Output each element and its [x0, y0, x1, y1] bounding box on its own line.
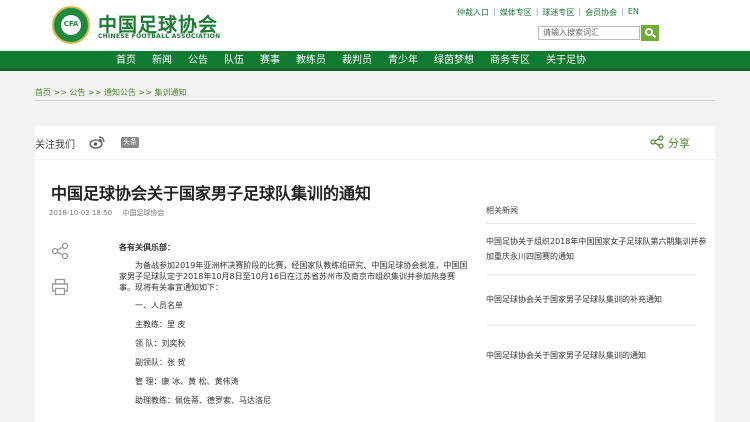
- breadcrumb-notices[interactable]: 通知公告: [104, 88, 136, 97]
- related-news-item[interactable]: 中国足球协会关于国家男子足球队集训的通知: [486, 348, 711, 363]
- nav-home[interactable]: 首页: [108, 51, 144, 71]
- article-body: 各有关俱乐部： 为备战参加2019年亚洲杯决赛阶段的比赛，经国家队教练组研究、中…: [119, 242, 469, 414]
- nav-teams[interactable]: 队伍: [216, 51, 252, 71]
- divider: [486, 274, 696, 275]
- nav-youth[interactable]: 青少年: [380, 51, 426, 71]
- weibo-icon[interactable]: [89, 135, 105, 149]
- article-date: 2018-10-02 18:50: [49, 209, 113, 217]
- article-line: 管 理：康 冰、黄 松、黄伟涛: [135, 377, 239, 386]
- breadcrumb: 首页 >> 公告 >> 通知公告 >> 集训通知: [35, 88, 187, 97]
- article-line: 助理教练：佩佐蒂、德罗索、马达洛尼: [135, 396, 271, 405]
- search-button[interactable]: [641, 25, 659, 41]
- main-nav: 首页 新闻 公告 队伍 赛事 教练员 裁判员 青少年 绿茵梦想 商务专区 关于足…: [0, 51, 750, 71]
- nav-about[interactable]: 关于足协: [538, 51, 594, 71]
- language-switch-en[interactable]: EN: [628, 7, 639, 18]
- article-line: 主教练：里 皮: [135, 320, 186, 329]
- divider: [486, 223, 696, 224]
- nav-matches[interactable]: 赛事: [252, 51, 288, 71]
- follow-label: 关注我们: [35, 140, 75, 151]
- article-panel: 中国足球协会关于国家男子足球队集训的通知 2018-10-02 18:50 中国…: [35, 160, 715, 422]
- emblem-text: CFA: [63, 20, 79, 28]
- divider: [486, 325, 696, 326]
- cfa-emblem-logo[interactable]: CFA: [52, 6, 90, 44]
- nav-news[interactable]: 新闻: [144, 51, 180, 71]
- top-link-media[interactable]: 媒体专区: [500, 7, 532, 18]
- share-bar: 关注我们 头条 分享: [35, 126, 715, 159]
- nav-announcements[interactable]: 公告: [180, 51, 216, 71]
- breadcrumb-announcements[interactable]: 公告: [70, 88, 86, 97]
- article-line: 副领队：张 贺: [135, 358, 186, 367]
- share-button[interactable]: 分享: [668, 135, 690, 151]
- article-title: 中国足球协会关于国家男子足球队集训的通知: [51, 184, 372, 203]
- print-icon[interactable]: [51, 278, 69, 296]
- article-meta: 2018-10-02 18:50 中国足球协会: [49, 208, 164, 218]
- top-links: 仲裁入口 | 媒体专区 | 球迷专区 | 会员协会 | EN: [457, 7, 639, 18]
- breadcrumb-current[interactable]: 集训通知: [155, 88, 187, 97]
- top-link-arbitration[interactable]: 仲裁入口: [457, 7, 489, 18]
- top-link-members[interactable]: 会员协会: [585, 7, 617, 18]
- site-header: CFA 中国足球协会 CHINESE FOOTBALL ASSOCIATION …: [0, 0, 750, 50]
- related-news-item[interactable]: 中国足协关于组织2018年中国国家女子足球队第六期集训并参加重庆永川四国赛的通知: [486, 234, 711, 264]
- related-news-item[interactable]: 中国足球协会关于国家男子足球队集训的补充通知: [486, 292, 711, 307]
- breadcrumb-home[interactable]: 首页: [35, 88, 51, 97]
- nav-green-dream[interactable]: 绿茵梦想: [426, 51, 482, 71]
- nav-referees[interactable]: 裁判员: [334, 51, 380, 71]
- related-news-heading: 相关新闻: [486, 206, 518, 215]
- article-source: 中国足球协会: [122, 209, 165, 217]
- logo-subtitle: CHINESE FOOTBALL ASSOCIATION: [98, 33, 221, 40]
- article-line: 领 队：刘奕秋: [135, 339, 186, 348]
- share-icon[interactable]: [650, 135, 664, 149]
- toutiao-icon[interactable]: 头条: [121, 137, 139, 148]
- nav-business[interactable]: 商务专区: [482, 51, 538, 71]
- top-link-fans[interactable]: 球迷专区: [542, 7, 574, 18]
- nav-coaches[interactable]: 教练员: [288, 51, 334, 71]
- article-paragraph: 为备战参加2019年亚洲杯决赛阶段的比赛，经国家队教练组研究、中国足球协会批准，…: [119, 261, 468, 292]
- divider: [35, 100, 715, 101]
- article-line: 一、人员名单: [135, 301, 183, 310]
- article-salutation: 各有关俱乐部：: [119, 243, 175, 252]
- share-icon[interactable]: [51, 242, 69, 260]
- search-input[interactable]: 请输入搜索词汇: [538, 26, 640, 40]
